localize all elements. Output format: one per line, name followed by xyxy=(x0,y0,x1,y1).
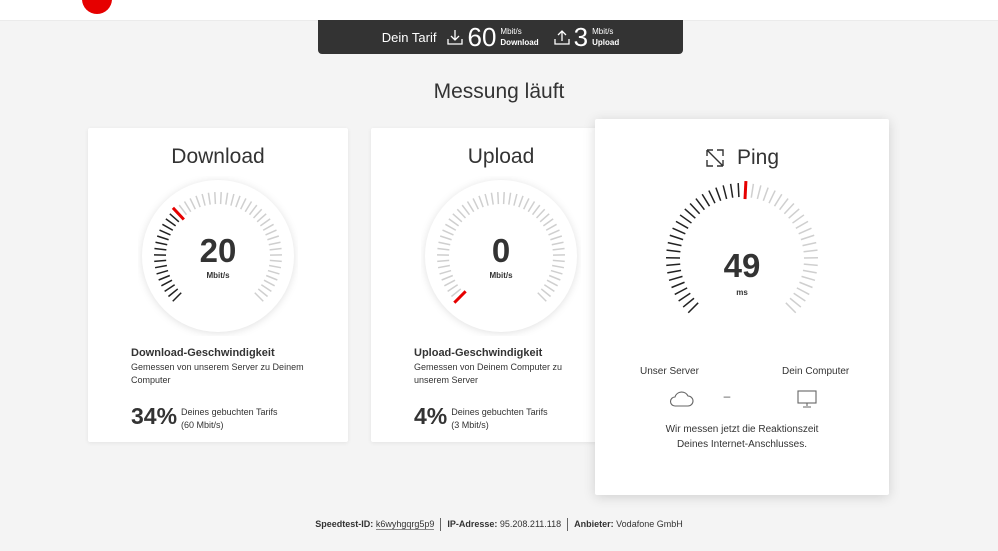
gauge-tick xyxy=(214,192,217,205)
gauge-tick xyxy=(687,302,699,314)
ping-value: 49 xyxy=(723,247,761,284)
tariff-download-unit: Mbit/s xyxy=(500,27,522,36)
download-desc-text: Gemessen von unserem Server zu Deinem Co… xyxy=(131,362,304,385)
download-desc-title: Download-Geschwindigkeit xyxy=(131,347,275,359)
gauge-tick xyxy=(689,202,701,215)
gauge-tick xyxy=(756,185,762,200)
gauge-tick xyxy=(800,234,815,241)
tariff-download-label: Download xyxy=(500,38,539,47)
tariff-upload-value: 3 xyxy=(573,22,589,52)
download-card: Download 20 Mbit/s Download-Geschwindigk… xyxy=(88,128,348,442)
download-arrow-icon xyxy=(446,28,464,46)
gauge-tick xyxy=(768,190,776,204)
ip-address-label: IP-Adresse: xyxy=(447,519,498,529)
cloud-icon xyxy=(668,389,694,414)
upload-title: Upload xyxy=(467,145,535,168)
provider-label: Anbieter: xyxy=(574,519,614,529)
tariff-upload-label: Upload xyxy=(592,38,620,47)
gauge-tick xyxy=(783,202,795,215)
upload-desc-text: Gemessen von Deinem Computer zu unserem … xyxy=(414,362,563,385)
ping-unit: ms xyxy=(736,288,748,297)
gauge-tick xyxy=(682,297,695,308)
gauge-tick xyxy=(715,187,722,202)
ping-title: Ping xyxy=(736,146,780,169)
download-value: 20 xyxy=(199,232,237,269)
gauge-tick xyxy=(701,193,711,207)
gauge-tick xyxy=(502,192,505,205)
gauge-tick xyxy=(722,185,728,200)
gauge-tick xyxy=(219,192,222,205)
gauge-tick xyxy=(799,281,813,289)
upload-percent: 4% xyxy=(414,403,448,429)
server-label: Unser Server xyxy=(640,366,699,377)
gauge-needle xyxy=(743,181,748,200)
gauge-tick xyxy=(802,241,817,247)
upload-value: 0 xyxy=(491,232,511,269)
provider-value: Vodafone GmbH xyxy=(616,519,683,529)
download-percent-line1: Deines gebuchten Tarifs xyxy=(181,407,278,417)
gauge-tick xyxy=(779,198,789,211)
gauge-tick xyxy=(669,234,684,241)
download-gauge: 20 Mbit/s xyxy=(138,176,298,336)
ping-gauge: 49 ms xyxy=(662,179,822,339)
upload-percent-line1: Deines gebuchten Tarifs xyxy=(451,407,548,417)
gauge-tick xyxy=(789,297,802,308)
vodafone-logo[interactable] xyxy=(82,0,112,14)
gauge-tick xyxy=(708,190,716,204)
gauge-tick xyxy=(773,193,783,207)
upload-percent-line2: (3 Mbit/s) xyxy=(451,420,489,430)
download-percent-line2: (60 Mbit/s) xyxy=(181,420,224,430)
gauge-tick xyxy=(798,227,812,235)
tariff-label: Dein Tarif xyxy=(381,29,437,45)
gauge-tick xyxy=(750,183,755,198)
ping-message-line2: Deines Internet-Anschlusses. xyxy=(676,439,808,450)
gauge-tick xyxy=(671,281,685,289)
gauge-tick xyxy=(737,183,740,198)
ping-card: Ping 49 ms Unser Server Dein Computer – … xyxy=(595,119,889,495)
gauge-tick xyxy=(785,302,797,314)
gauge-tick xyxy=(695,198,705,211)
measurement-status-heading: Messung läuft xyxy=(433,80,565,103)
gauge-tick xyxy=(788,208,800,219)
gauge-tick xyxy=(684,208,696,219)
upload-card: Upload 0 Mbit/s Upload-Geschwindigkeit G… xyxy=(371,128,631,442)
tariff-download-value: 60 xyxy=(467,22,497,52)
gauge-tick xyxy=(497,192,500,205)
footer-info: Speedtest-ID: k6wyhgqrg5p9 IP-Adresse: 9… xyxy=(0,518,998,531)
download-unit: Mbit/s xyxy=(206,271,230,280)
gauge-tick xyxy=(729,183,734,198)
gauge-tick xyxy=(672,227,686,235)
upload-unit: Mbit/s xyxy=(489,271,513,280)
upload-arrow-icon xyxy=(553,28,571,46)
gauge-tick xyxy=(762,187,769,202)
speedtest-id-value[interactable]: k6wyhgqrg5p9 xyxy=(375,519,435,530)
gauge-tick xyxy=(675,220,689,229)
upload-gauge: 0 Mbit/s xyxy=(421,176,581,336)
tariff-bar: Dein Tarif 60 Mbit/s Download 3 Mbit/s U… xyxy=(318,20,683,54)
monitor-icon xyxy=(796,389,818,414)
ip-address-value: 95.208.211.118 xyxy=(499,519,562,529)
download-title: Download xyxy=(171,145,265,168)
tariff-upload-unit: Mbit/s xyxy=(592,27,614,36)
gauge-tick xyxy=(792,214,805,224)
gauge-tick xyxy=(679,214,692,224)
computer-label: Dein Computer xyxy=(782,366,850,377)
speedtest-id-label: Speedtest-ID: xyxy=(315,519,374,529)
ping-message-line1: Wir messen jetzt die Reaktionszeit xyxy=(665,424,819,435)
top-navigation-bar xyxy=(0,0,998,21)
ping-expand-icon xyxy=(706,149,724,167)
connection-dash: – xyxy=(723,389,731,403)
gauge-tick xyxy=(795,220,809,229)
download-percent: 34% xyxy=(131,403,178,429)
upload-desc-title: Upload-Geschwindigkeit xyxy=(414,347,543,359)
gauge-tick xyxy=(667,241,682,247)
